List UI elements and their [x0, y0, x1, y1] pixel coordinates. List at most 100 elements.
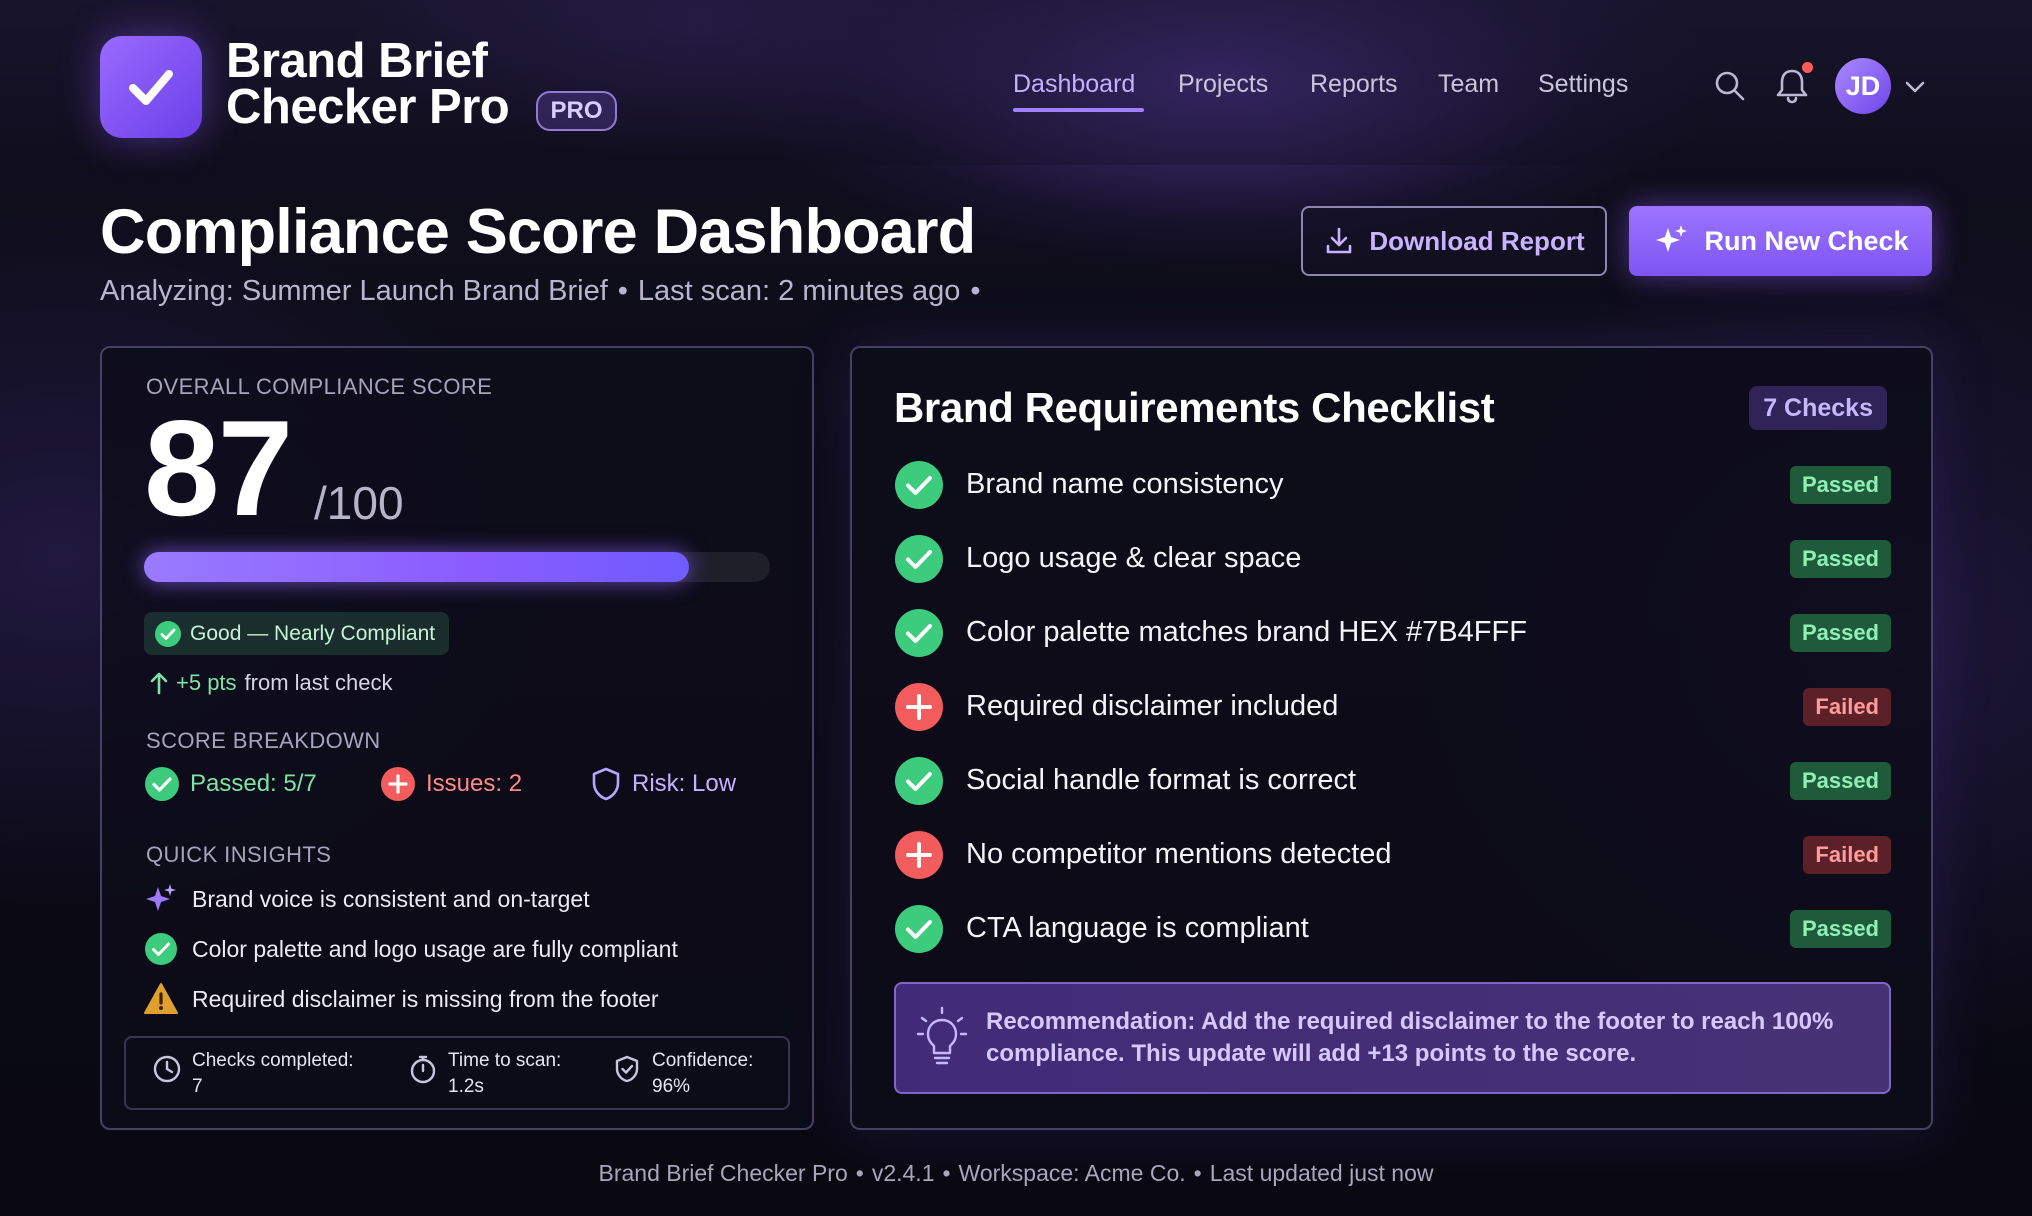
checklist-title: Brand Requirements Checklist [894, 384, 1495, 431]
check-circle-icon [155, 620, 181, 647]
insight-text: Brand voice is consistent and on-target [192, 885, 590, 912]
run-new-check-label: Run New Check [1704, 225, 1909, 256]
checklist-item[interactable]: CTA language is compliant Passed [894, 904, 1891, 954]
checklist-item[interactable]: Brand name consistency Passed [894, 460, 1891, 510]
footer-app-name: Brand Brief Checker Pro [598, 1160, 848, 1186]
insight-item: Brand voice is consistent and on-target [144, 882, 590, 916]
page-subtitle: Analyzing: Summer Launch Brand Brief • Las… [100, 275, 981, 307]
checklist-item-label: Logo usage & clear space [966, 542, 1302, 574]
subtitle-analyzing: Analyzing: Summer Launch Brand Brief [100, 275, 608, 307]
checklist-item-label: Brand name consistency [966, 468, 1284, 500]
stat-label: Confidence: [652, 1050, 754, 1071]
footer-last-updated: Last updated just now [1209, 1160, 1434, 1186]
footer-version: v2.4.1 [871, 1160, 935, 1186]
checklist-item[interactable]: Social handle format is correct Passed [894, 756, 1891, 806]
sparkle-icon [146, 884, 176, 911]
issues-count: Issues: 2 [426, 770, 523, 797]
compliance-score-card: OVERALL COMPLIANCE SCORE 87 /100 Good — … [100, 346, 814, 1130]
status-badge: Failed [1803, 688, 1891, 726]
requirements-checklist-card: Brand Requirements Checklist 7 Checks Br… [850, 346, 1933, 1130]
recommendation-banner: Recommendation: Add the required disclai… [894, 982, 1891, 1094]
recommendation-text: Recommendation: Add the required disclai… [986, 1008, 1834, 1067]
plus-circle-icon [894, 682, 944, 732]
app-logo-icon[interactable] [100, 36, 202, 138]
page-title: Compliance Score Dashboard [100, 197, 976, 267]
checklist-item-label: Required disclaimer included [966, 690, 1339, 722]
search-icon[interactable] [1710, 66, 1750, 106]
plus-circle-icon [894, 830, 944, 880]
score-progress-fill [144, 552, 689, 582]
insight-item: Color palette and logo usage are fully c… [144, 932, 678, 966]
status-badge: Passed [1789, 910, 1891, 948]
nav-projects[interactable]: Projects [1178, 70, 1268, 99]
nav-reports[interactable]: Reports [1310, 70, 1398, 99]
stat-value: 96% [652, 1076, 691, 1097]
check-circle-icon [894, 534, 944, 584]
stat-checks-completed: Checks completed: 7 [152, 1048, 354, 1100]
run-new-check-button[interactable]: Run New Check [1629, 206, 1932, 276]
checklist-item[interactable]: Required disclaimer included Failed [894, 682, 1891, 732]
footer: Brand Brief Checker Pro • v2.4.1 • Workspace… [598, 1160, 1434, 1186]
stat-time-to-scan: Time to scan: 1.2s [408, 1048, 561, 1100]
breakdown-passed: Passed: 5/7 [144, 766, 317, 802]
chevron-down-icon[interactable] [1902, 74, 1928, 100]
status-badge: Failed [1803, 836, 1891, 874]
pro-badge: PRO [536, 91, 617, 131]
status-badge: Passed [1789, 540, 1891, 578]
stat-label: Checks completed: [192, 1050, 354, 1071]
download-report-button[interactable]: Download Report [1301, 206, 1607, 276]
clock-icon [153, 1055, 181, 1083]
delta-suffix: from last check [244, 670, 393, 695]
subtitle-last-scan: Last scan: 2 minutes ago [637, 275, 961, 307]
checklist-item[interactable]: Color palette matches brand HEX #7B4FFF P… [894, 608, 1891, 658]
shield-check-icon [615, 1055, 639, 1083]
check-circle-icon [894, 460, 944, 510]
nav-dashboard[interactable]: Dashboard [1013, 70, 1135, 99]
app-name-line1: Brand Brief [226, 34, 488, 88]
checklist-item-label: No competitor mentions detected [966, 838, 1392, 870]
check-circle-icon [145, 933, 177, 965]
footer-workspace: Workspace: Acme Co. [958, 1160, 1186, 1186]
download-icon [1327, 227, 1352, 254]
top-navigation-bar: Brand Brief Checker Pro PRO Dashboard Pr… [0, 0, 2032, 165]
checklist-item-label: Color palette matches brand HEX #7B4FFF [966, 616, 1527, 648]
status-badge: Passed [1789, 762, 1891, 800]
check-circle-icon [894, 904, 944, 954]
score-breakdown-label: SCORE BREAKDOWN [146, 728, 381, 753]
quick-insights-label: QUICK INSIGHTS [146, 842, 332, 867]
checks-count-badge: 7 Checks [1749, 386, 1887, 430]
checklist-item[interactable]: No competitor mentions detected Failed [894, 830, 1891, 880]
check-circle-icon [145, 767, 179, 801]
app-name: Brand Brief Checker Pro [226, 34, 510, 134]
insight-text: Required disclaimer is missing from the … [192, 985, 659, 1012]
user-avatar[interactable]: JD [1835, 58, 1891, 114]
status-badge: Passed [1789, 466, 1891, 504]
stopwatch-icon [410, 1055, 436, 1084]
delta-points: +5 pts [176, 670, 237, 695]
plus-circle-icon [381, 767, 415, 801]
lightbulb-icon [916, 1006, 968, 1065]
score-max: /100 [314, 477, 404, 529]
check-circle-icon [894, 608, 944, 658]
status-badge: Passed [1789, 614, 1891, 652]
stat-value: 1.2s [448, 1076, 484, 1097]
dashboard-page: Brand Brief Checker Pro PRO Dashboard Pr… [0, 0, 2032, 1216]
sparkle-icon [1656, 225, 1688, 252]
passed-count: Passed: 5/7 [190, 770, 317, 797]
stat-confidence: Confidence: 96% [612, 1048, 753, 1100]
checklist-item-label: Social handle format is correct [966, 764, 1357, 796]
app-name-line2: Checker Pro [226, 80, 510, 134]
status-text: Good — Nearly Compliant [190, 621, 436, 645]
active-nav-indicator [1013, 108, 1144, 112]
nav-team[interactable]: Team [1438, 70, 1499, 99]
score-delta: +5 pts from last check [150, 670, 392, 696]
status-badge: Good — Nearly Compliant [144, 612, 450, 655]
score-progress-bar [144, 552, 770, 582]
insight-text: Color palette and logo usage are fully c… [192, 935, 678, 962]
scan-stats: Checks completed: 7 Time to scan: 1.2s C… [124, 1036, 790, 1110]
checklist-item-label: CTA language is compliant [966, 912, 1309, 944]
breakdown-issues: Issues: 2 [380, 766, 522, 802]
checklist-item[interactable]: Logo usage & clear space Passed [894, 534, 1891, 584]
insight-item: Required disclaimer is missing from the … [144, 982, 659, 1016]
nav-settings[interactable]: Settings [1538, 70, 1628, 99]
